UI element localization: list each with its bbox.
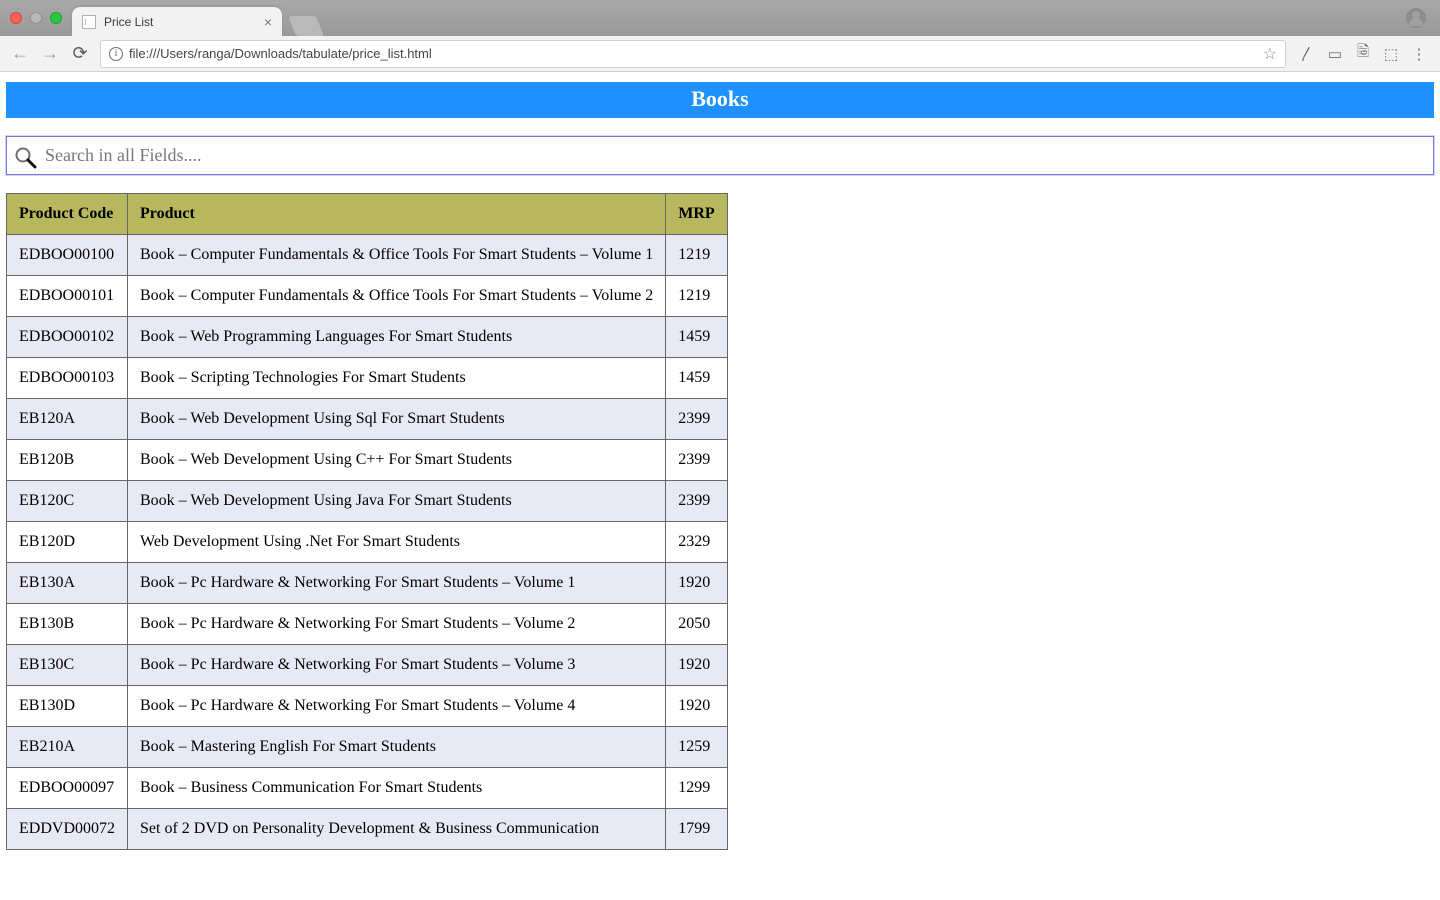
back-button[interactable]: ← bbox=[6, 40, 34, 68]
cell-product-code: EB120C bbox=[7, 481, 128, 522]
table-row: EB130BBook – Pc Hardware & Networking Fo… bbox=[7, 604, 728, 645]
cell-mrp: 2399 bbox=[666, 399, 727, 440]
table-row: EDBOO00097Book – Business Communication … bbox=[7, 768, 728, 809]
cell-mrp: 1259 bbox=[666, 727, 727, 768]
cell-product-code: EB120B bbox=[7, 440, 128, 481]
extension2-icon[interactable]: ⬚ bbox=[1382, 45, 1400, 63]
cell-product-code: EB210A bbox=[7, 727, 128, 768]
cell-product-code: EDBOO00100 bbox=[7, 235, 128, 276]
cell-product: Book – Pc Hardware & Networking For Smar… bbox=[128, 563, 666, 604]
cell-mrp: 1459 bbox=[666, 317, 727, 358]
cell-product: Book – Web Programming Languages For Sma… bbox=[128, 317, 666, 358]
col-mrp[interactable]: MRP bbox=[666, 194, 727, 235]
url-text: file:///Users/ranga/Downloads/tabulate/p… bbox=[129, 46, 1257, 61]
cell-product: Book – Pc Hardware & Networking For Smar… bbox=[128, 645, 666, 686]
cell-product-code: EB120A bbox=[7, 399, 128, 440]
search-input[interactable] bbox=[45, 141, 1427, 170]
table-row: EB120BBook – Web Development Using C++ F… bbox=[7, 440, 728, 481]
col-product-code[interactable]: Product Code bbox=[7, 194, 128, 235]
search-container bbox=[6, 136, 1434, 175]
window-minimize-button[interactable] bbox=[30, 12, 42, 24]
new-tab-button[interactable] bbox=[288, 16, 324, 36]
cell-product: Book – Mastering English For Smart Stude… bbox=[128, 727, 666, 768]
window-titlebar: Price List × bbox=[0, 0, 1440, 36]
cell-mrp: 2050 bbox=[666, 604, 727, 645]
cell-mrp: 1459 bbox=[666, 358, 727, 399]
cell-mrp: 1920 bbox=[666, 563, 727, 604]
profile-avatar-icon[interactable] bbox=[1406, 8, 1426, 28]
cell-mrp: 1920 bbox=[666, 645, 727, 686]
cell-product: Book – Computer Fundamentals & Office To… bbox=[128, 235, 666, 276]
cell-mrp: 1219 bbox=[666, 276, 727, 317]
bookmark-star-icon[interactable]: ☆ bbox=[1263, 44, 1277, 64]
cell-product: Book – Web Development Using C++ For Sma… bbox=[128, 440, 666, 481]
col-product[interactable]: Product bbox=[128, 194, 666, 235]
tab-close-button[interactable]: × bbox=[264, 14, 272, 30]
table-row: EDBOO00101Book – Computer Fundamentals &… bbox=[7, 276, 728, 317]
cell-product: Book – Scripting Technologies For Smart … bbox=[128, 358, 666, 399]
table-header-row: Product Code Product MRP bbox=[7, 194, 728, 235]
cell-mrp: 1219 bbox=[666, 235, 727, 276]
cell-mrp: 1920 bbox=[666, 686, 727, 727]
table-row: EB130DBook – Pc Hardware & Networking Fo… bbox=[7, 686, 728, 727]
page-title: Books bbox=[6, 82, 1434, 118]
cell-mrp: 1799 bbox=[666, 809, 727, 850]
page-content: Books Product Code Product MRP EDBOO0010… bbox=[0, 72, 1440, 900]
cell-product: Book – Pc Hardware & Networking For Smar… bbox=[128, 686, 666, 727]
cell-product: Book – Business Communication For Smart … bbox=[128, 768, 666, 809]
menu-icon[interactable]: ⋮ bbox=[1410, 45, 1428, 63]
cell-product-code: EDBOO00102 bbox=[7, 317, 128, 358]
cell-product-code: EB130C bbox=[7, 645, 128, 686]
cell-product-code: EDBOO00101 bbox=[7, 276, 128, 317]
cell-mrp: 2399 bbox=[666, 481, 727, 522]
table-row: EB120ABook – Web Development Using Sql F… bbox=[7, 399, 728, 440]
forward-button[interactable]: → bbox=[36, 40, 64, 68]
cell-product-code: EDDVD00072 bbox=[7, 809, 128, 850]
window-controls bbox=[0, 12, 62, 24]
extension-icon[interactable]: 〳 bbox=[1298, 43, 1316, 64]
table-row: EB120DWeb Development Using .Net For Sma… bbox=[7, 522, 728, 563]
price-table: Product Code Product MRP EDBOO00100Book … bbox=[6, 193, 728, 850]
tab-title: Price List bbox=[104, 15, 153, 29]
table-row: EB130ABook – Pc Hardware & Networking Fo… bbox=[7, 563, 728, 604]
tab-strip: Price List × bbox=[72, 0, 320, 36]
site-info-icon[interactable]: i bbox=[109, 47, 123, 61]
page-favicon-icon bbox=[82, 15, 96, 29]
reload-button[interactable]: ⟳ bbox=[66, 40, 94, 68]
cell-product-code: EB120D bbox=[7, 522, 128, 563]
browser-tab-active[interactable]: Price List × bbox=[72, 7, 282, 36]
cell-mrp: 2399 bbox=[666, 440, 727, 481]
reader-icon[interactable]: ▭ bbox=[1326, 45, 1344, 63]
cell-product: Book – Pc Hardware & Networking For Smar… bbox=[128, 604, 666, 645]
cell-product-code: EB130A bbox=[7, 563, 128, 604]
cell-product: Book – Web Development Using Sql For Sma… bbox=[128, 399, 666, 440]
cell-product-code: EB130B bbox=[7, 604, 128, 645]
table-row: EB210ABook – Mastering English For Smart… bbox=[7, 727, 728, 768]
table-row: EDBOO00100Book – Computer Fundamentals &… bbox=[7, 235, 728, 276]
table-row: EDDVD00072Set of 2 DVD on Personality De… bbox=[7, 809, 728, 850]
search-icon bbox=[13, 145, 37, 169]
cell-product: Web Development Using .Net For Smart Stu… bbox=[128, 522, 666, 563]
table-row: EDBOO00103Book – Scripting Technologies … bbox=[7, 358, 728, 399]
window-zoom-button[interactable] bbox=[50, 12, 62, 24]
cell-product: Set of 2 DVD on Personality Development … bbox=[128, 809, 666, 850]
table-row: EB130CBook – Pc Hardware & Networking Fo… bbox=[7, 645, 728, 686]
address-bar[interactable]: i file:///Users/ranga/Downloads/tabulate… bbox=[100, 40, 1286, 68]
cell-product-code: EDBOO00097 bbox=[7, 768, 128, 809]
cell-mrp: 2329 bbox=[666, 522, 727, 563]
translate-icon[interactable]: 🗟 bbox=[1354, 41, 1372, 66]
browser-toolbar: ← → ⟳ i file:///Users/ranga/Downloads/ta… bbox=[0, 36, 1440, 72]
cell-product-code: EDBOO00103 bbox=[7, 358, 128, 399]
toolbar-right-icons: 〳 ▭ 🗟 ⬚ ⋮ bbox=[1292, 41, 1434, 66]
window-close-button[interactable] bbox=[10, 12, 22, 24]
cell-mrp: 1299 bbox=[666, 768, 727, 809]
table-row: EB120CBook – Web Development Using Java … bbox=[7, 481, 728, 522]
cell-product-code: EB130D bbox=[7, 686, 128, 727]
table-row: EDBOO00102Book – Web Programming Languag… bbox=[7, 317, 728, 358]
cell-product: Book – Computer Fundamentals & Office To… bbox=[128, 276, 666, 317]
cell-product: Book – Web Development Using Java For Sm… bbox=[128, 481, 666, 522]
